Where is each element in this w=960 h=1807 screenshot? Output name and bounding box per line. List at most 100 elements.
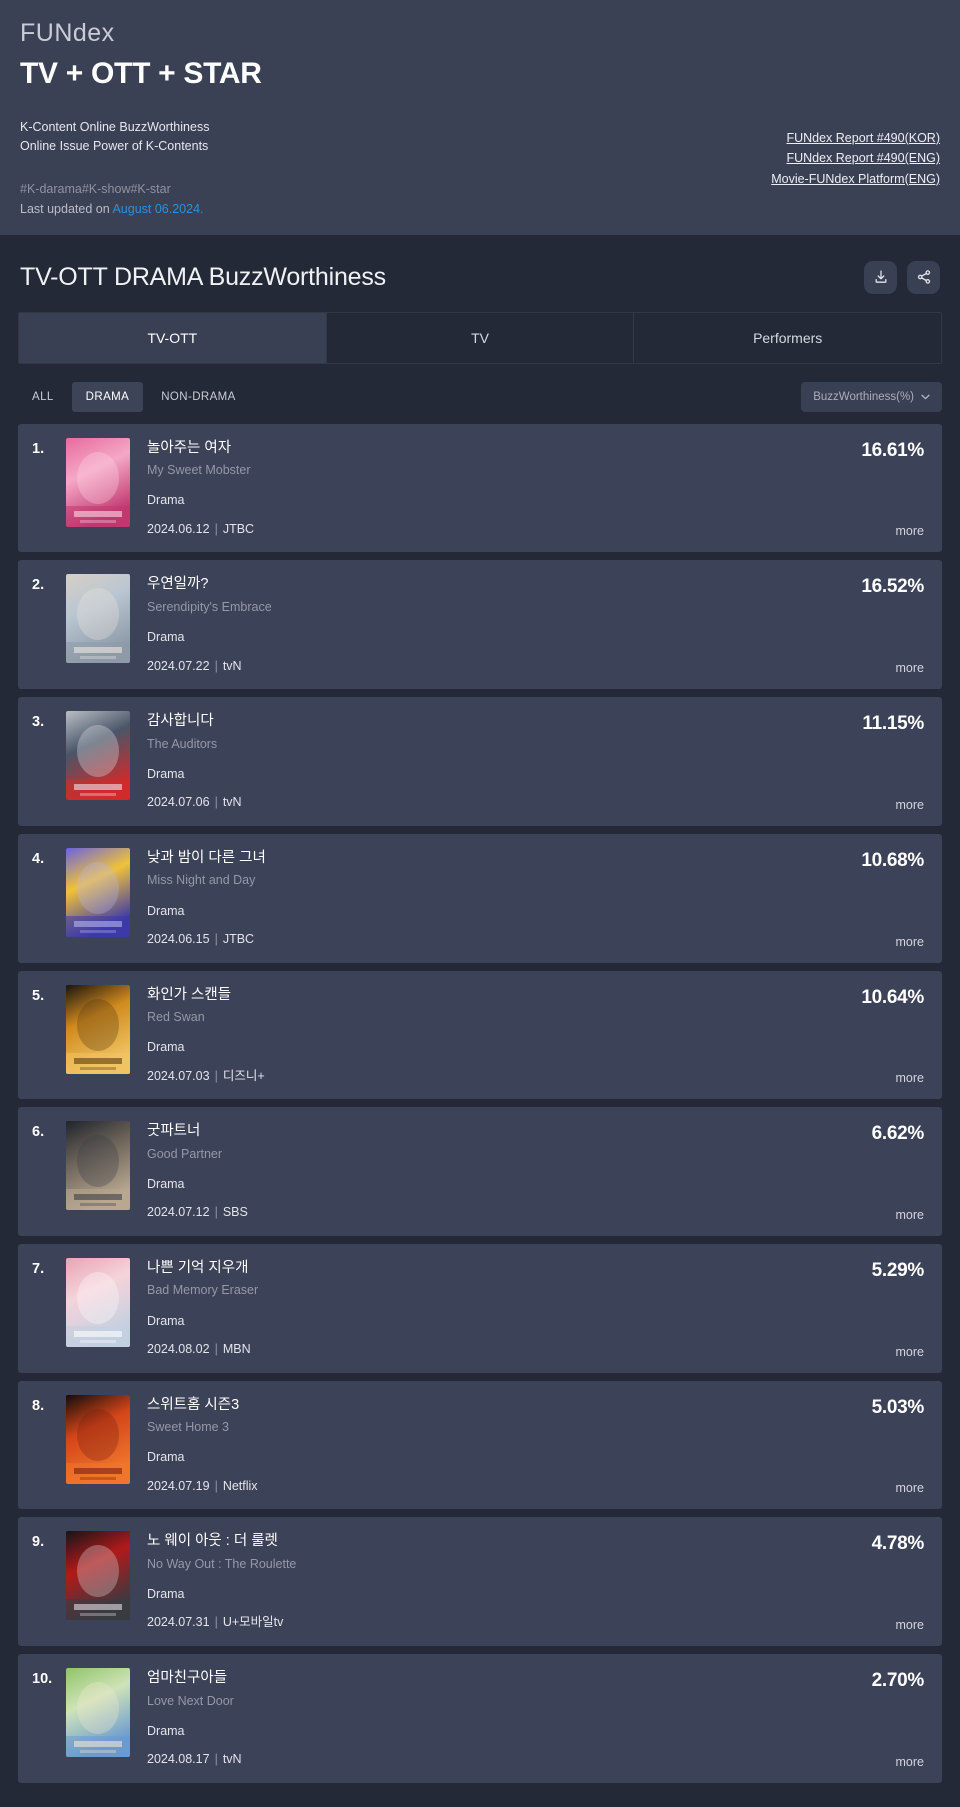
item-info: 엄마친구아들 Love Next Door Drama 2024.08.17 | tvN xyxy=(147,1668,872,1769)
separator: | xyxy=(214,795,218,810)
air-date: 2024.06.12 xyxy=(147,521,210,536)
more-link[interactable]: more xyxy=(896,524,924,538)
air-info: 2024.07.31 | U+모바일tv xyxy=(147,1614,872,1632)
item-metrics: 10.68% more xyxy=(861,848,924,949)
title-actions xyxy=(864,260,940,294)
list-item[interactable]: 5. 화인가 스캔들 Red Swan Drama 2024.07.03 | 디즈니+ 10.… xyxy=(18,970,942,1100)
genre-label: Drama xyxy=(147,1586,185,1601)
more-link[interactable]: more xyxy=(896,661,924,675)
page-title: TV-OTT DRAMA BuzzWorthiness xyxy=(20,262,386,291)
item-info: 감사합니다 The Auditors Drama 2024.07.06 | tvN xyxy=(147,711,862,812)
channel-name: U+모바일tv xyxy=(222,1615,284,1630)
ranking-list: 1. 놀아주는 여자 My Sweet Mobster Drama 2024.06.12… xyxy=(0,423,960,1807)
rank-number: 7. xyxy=(32,1260,45,1277)
list-item[interactable]: 7. 나쁜 기억 지우개 Bad Memory Eraser Drama 2024.08… xyxy=(18,1243,942,1373)
poster-thumbnail[interactable] xyxy=(66,984,130,1074)
separator: | xyxy=(214,1205,218,1220)
list-item[interactable]: 1. 놀아주는 여자 My Sweet Mobster Drama 2024.06.12… xyxy=(18,423,942,553)
buzzworthiness-value: 11.15% xyxy=(862,713,924,735)
content-area: TV-OTT DRAMA BuzzWorthiness TV-OTT TV Pe… xyxy=(0,235,960,1807)
separator: | xyxy=(214,1478,218,1493)
genre-label: Drama xyxy=(147,1176,185,1191)
tab-tv-ott[interactable]: TV-OTT xyxy=(19,312,327,363)
list-item[interactable]: 8. 스위트홈 시즌3 Sweet Home 3 Drama 2024.07.19 | Ne… xyxy=(18,1380,942,1510)
item-info: 우연일까? Serendipity's Embrace Drama 2024.07.2… xyxy=(147,574,861,675)
tab-performers[interactable]: Performers xyxy=(634,312,941,363)
share-button[interactable] xyxy=(907,260,940,294)
air-info: 2024.06.15 | JTBC xyxy=(147,931,861,949)
list-item[interactable]: 2. 우연일까? Serendipity's Embrace Drama 2024.07… xyxy=(18,560,942,690)
more-link[interactable]: more xyxy=(896,1481,924,1495)
list-item[interactable]: 10. 엄마친구아들 Love Next Door Drama 2024.08.17 | t… xyxy=(18,1653,942,1783)
buzzworthiness-value: 5.03% xyxy=(871,1396,925,1418)
separator: | xyxy=(214,1752,218,1767)
title-korean: 화인가 스캔들 xyxy=(147,986,232,1003)
title-english: Serendipity's Embrace xyxy=(147,600,272,614)
title-korean: 엄마친구아들 xyxy=(147,1669,228,1686)
item-info: 스위트홈 시즌3 Sweet Home 3 Drama 2024.07.19 | Netf… xyxy=(147,1395,872,1496)
tab-tv[interactable]: TV xyxy=(326,312,635,363)
filter-non-drama[interactable]: NON-DRAMA xyxy=(147,382,250,412)
item-metrics: 6.62% more xyxy=(871,1121,925,1222)
channel-name: MBN xyxy=(222,1342,251,1357)
channel-name: 디즈니+ xyxy=(222,1068,265,1083)
download-button[interactable] xyxy=(864,260,897,294)
genre-label: Drama xyxy=(147,1040,185,1055)
list-item[interactable]: 4. 낮과 밤이 다른 그녀 Miss Night and Day Drama 2024… xyxy=(18,833,942,963)
more-link[interactable]: more xyxy=(896,1618,924,1632)
buzzworthiness-value: 6.62% xyxy=(871,1123,925,1145)
filter-drama[interactable]: DRAMA xyxy=(71,381,144,412)
title-english: Miss Night and Day xyxy=(147,873,256,888)
poster-thumbnail[interactable] xyxy=(66,711,130,801)
title-english: Red Swan xyxy=(147,1010,205,1025)
more-link[interactable]: more xyxy=(896,1208,924,1222)
poster-thumbnail[interactable] xyxy=(66,574,130,664)
channel-name: JTBC xyxy=(222,932,255,946)
rank-number: 1. xyxy=(32,440,45,457)
report-links: FUNdex Report #490(KOR) FUNdex Report #4… xyxy=(771,128,940,189)
item-metrics: 2.70% more xyxy=(872,1668,925,1769)
more-link[interactable]: more xyxy=(896,798,924,812)
item-info: 노 웨이 아웃 : 더 룰렛 No Way Out : The Roulette D… xyxy=(147,1531,872,1632)
air-date: 2024.07.03 xyxy=(147,1068,210,1083)
chevron-down-icon xyxy=(921,391,930,403)
movie-fundex-platform-link[interactable]: Movie-FUNdex Platform(ENG) xyxy=(771,169,940,189)
buzzworthiness-value: 10.68% xyxy=(861,849,924,871)
poster-thumbnail[interactable] xyxy=(66,1121,130,1211)
title-english: Love Next Door xyxy=(147,1693,234,1708)
poster-thumbnail[interactable] xyxy=(66,1394,130,1484)
title-english: No Way Out : The Roulette xyxy=(147,1556,297,1571)
channel-name: tvN xyxy=(222,658,242,673)
buzzworthiness-value: 16.61% xyxy=(861,439,924,461)
title-korean: 노 웨이 아웃 : 더 룰렛 xyxy=(147,1533,278,1550)
poster-thumbnail[interactable] xyxy=(66,847,130,937)
list-item[interactable]: 3. 감사합니다 The Auditors Drama 2024.07.06 | tvN 11… xyxy=(18,697,942,826)
report-link-kor[interactable]: FUNdex Report #490(KOR) xyxy=(771,128,940,148)
item-info: 나쁜 기억 지우개 Bad Memory Eraser Drama 2024.08.0… xyxy=(147,1258,872,1359)
air-date: 2024.07.22 xyxy=(147,658,210,673)
channel-name: SBS xyxy=(222,1205,248,1220)
genre-label: Drama xyxy=(147,903,185,918)
sort-dropdown[interactable]: BuzzWorthiness(%) xyxy=(801,381,942,412)
filter-all[interactable]: ALL xyxy=(18,382,68,412)
more-link[interactable]: more xyxy=(896,1345,924,1359)
poster-thumbnail[interactable] xyxy=(66,437,130,527)
list-item[interactable]: 6. 굿파트너 Good Partner Drama 2024.07.12 | SBS 6.6… xyxy=(18,1107,942,1236)
rank-number: 3. xyxy=(32,714,45,731)
poster-thumbnail[interactable] xyxy=(66,1667,130,1757)
poster-thumbnail[interactable] xyxy=(66,1531,130,1621)
more-link[interactable]: more xyxy=(896,1071,924,1085)
item-metrics: 16.61% more xyxy=(861,438,924,539)
more-link[interactable]: more xyxy=(896,935,924,949)
genre-filter-group: ALL DRAMA NON-DRAMA xyxy=(18,381,250,412)
more-link[interactable]: more xyxy=(896,1755,924,1769)
title-korean: 스위트홈 시즌3 xyxy=(147,1396,240,1413)
report-link-eng[interactable]: FUNdex Report #490(ENG) xyxy=(771,148,940,168)
buzzworthiness-value: 10.64% xyxy=(861,986,924,1008)
poster-thumbnail[interactable] xyxy=(66,1257,130,1347)
last-updated: Last updated on August 06.2024. xyxy=(20,199,940,219)
list-item[interactable]: 9. 노 웨이 아웃 : 더 룰렛 No Way Out : The Roulett… xyxy=(18,1517,942,1646)
rank-number: 9. xyxy=(32,1534,45,1551)
air-date: 2024.08.02 xyxy=(147,1342,210,1357)
title-english: Good Partner xyxy=(147,1146,223,1161)
